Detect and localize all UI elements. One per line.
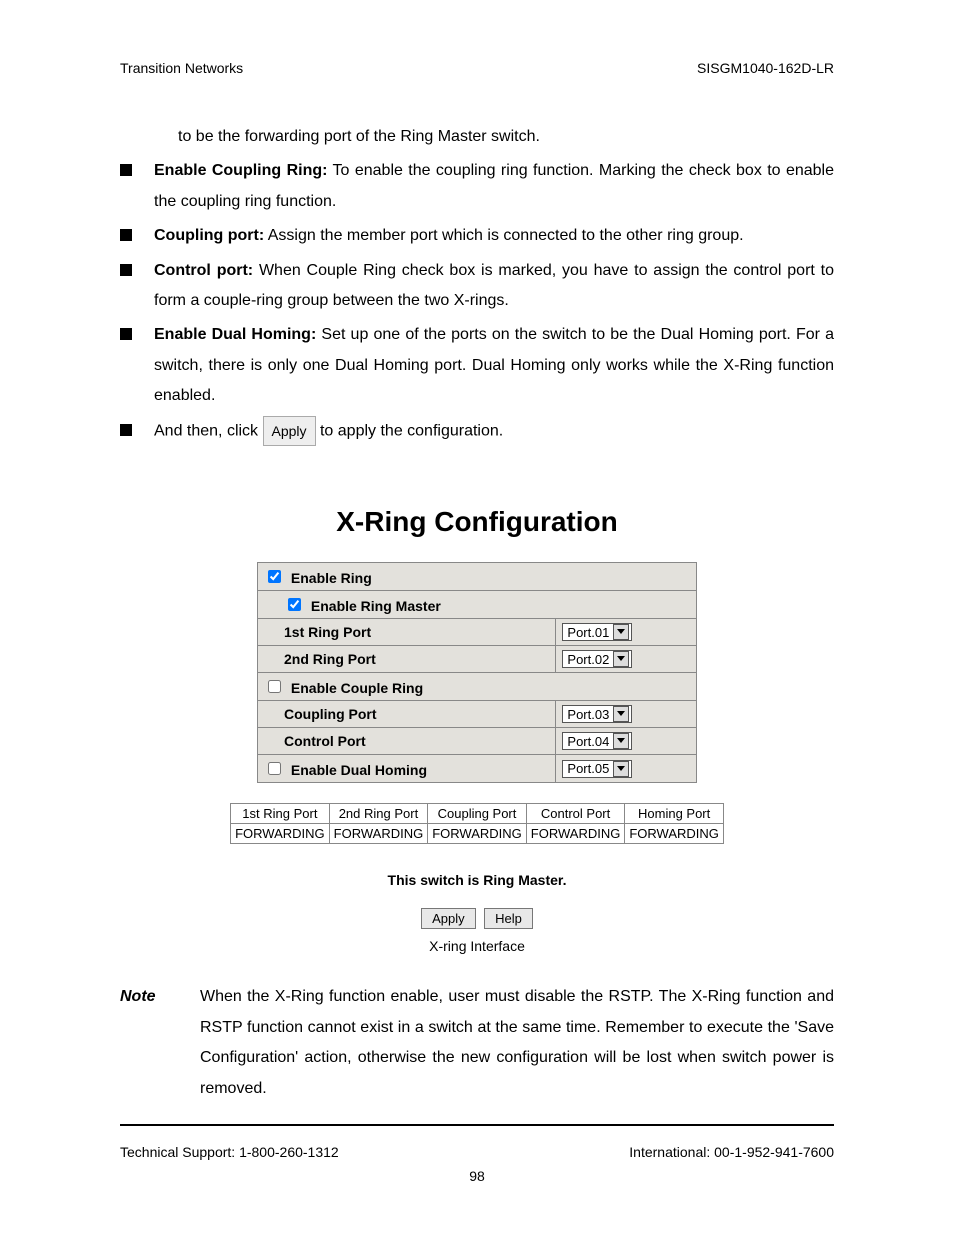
enable-ring-checkbox[interactable] — [268, 570, 281, 583]
apply-before: And then, click — [154, 422, 263, 439]
chevron-down-icon — [613, 761, 629, 777]
ring-master-note: This switch is Ring Master. — [120, 872, 834, 888]
chevron-down-icon — [613, 624, 629, 640]
status-header: 2nd Ring Port — [329, 804, 428, 824]
list-item: Coupling port: Assign the member port wh… — [120, 221, 834, 251]
status-value: FORWARDING — [526, 824, 625, 844]
list-item: Control port: When Couple Ring check box… — [120, 256, 834, 317]
status-value: FORWARDING — [329, 824, 428, 844]
enable-ring-master-row: Enable Ring Master — [258, 591, 697, 619]
dual-homing-port-value: Port.05 — [567, 761, 609, 776]
chevron-down-icon — [613, 706, 629, 722]
config-table: Enable Ring Enable Ring Master 1st Ring … — [257, 562, 697, 783]
apply-after: to apply the configuration. — [320, 422, 503, 439]
bullet-icon — [120, 424, 132, 436]
list-item: Enable Coupling Ring: To enable the coup… — [120, 156, 834, 217]
status-value: FORWARDING — [625, 824, 724, 844]
second-ring-port-select[interactable]: Port.02 — [562, 650, 632, 668]
note-label: Note — [120, 982, 200, 1104]
bullet-label: Enable Dual Homing: — [154, 326, 316, 343]
dual-homing-port-select[interactable]: Port.05 — [562, 760, 632, 778]
enable-couple-label: Enable Couple Ring — [291, 680, 423, 696]
page-header: Transition Networks SISGM1040-162D-LR — [120, 60, 834, 76]
second-ring-port-value: Port.02 — [567, 652, 609, 667]
header-left: Transition Networks — [120, 60, 243, 76]
bullet-icon — [120, 328, 132, 340]
figure: X-Ring Configuration Enable Ring Enable … — [120, 506, 834, 954]
figure-caption: X-ring Interface — [120, 938, 834, 954]
enable-couple-ring-row: Enable Couple Ring — [258, 673, 697, 701]
note-block: Note When the X-Ring function enable, us… — [120, 982, 834, 1104]
bullet-body: When Couple Ring check box is marked, yo… — [154, 262, 834, 309]
list-item: And then, click Apply to apply the confi… — [120, 416, 834, 447]
bullet-icon — [120, 264, 132, 276]
bullet-icon — [120, 229, 132, 241]
divider — [120, 1124, 834, 1126]
bullet-label: Enable Coupling Ring: — [154, 162, 327, 179]
status-header: 1st Ring Port — [231, 804, 330, 824]
bullet-label: Coupling port: — [154, 227, 264, 244]
status-header: Control Port — [526, 804, 625, 824]
page-footer: Technical Support: 1-800-260-1312 Intern… — [120, 1144, 834, 1160]
chevron-down-icon — [613, 733, 629, 749]
enable-ring-master-checkbox[interactable] — [288, 598, 301, 611]
help-button[interactable]: Help — [484, 908, 533, 929]
button-row: Apply Help — [120, 910, 834, 928]
status-value: FORWARDING — [428, 824, 527, 844]
status-value: FORWARDING — [231, 824, 330, 844]
enable-dual-homing-checkbox[interactable] — [268, 762, 281, 775]
footer-right: International: 00-1-952-941-7600 — [629, 1144, 834, 1160]
apply-button-inline: Apply — [263, 416, 316, 447]
bullet-label: Control port: — [154, 262, 253, 279]
bullet-body: Assign the member port which is connecte… — [264, 227, 743, 244]
apply-button[interactable]: Apply — [421, 908, 476, 929]
bullet-list: to be the forwarding port of the Ring Ma… — [120, 122, 834, 446]
chevron-down-icon — [613, 651, 629, 667]
enable-ring-label: Enable Ring — [291, 570, 372, 586]
bullet-icon — [120, 164, 132, 176]
first-ring-port-value: Port.01 — [567, 625, 609, 640]
figure-title: X-Ring Configuration — [120, 506, 834, 538]
page-number: 98 — [120, 1168, 834, 1184]
control-port-select[interactable]: Port.04 — [562, 732, 632, 750]
footer-left: Technical Support: 1-800-260-1312 — [120, 1144, 339, 1160]
control-port-value: Port.04 — [567, 734, 609, 749]
first-ring-port-label: 1st Ring Port — [284, 624, 371, 640]
header-right: SISGM1040-162D-LR — [697, 60, 834, 76]
second-ring-port-label: 2nd Ring Port — [284, 651, 376, 667]
coupling-port-label: Coupling Port — [284, 706, 377, 722]
status-table: 1st Ring Port 2nd Ring Port Coupling Por… — [230, 803, 724, 844]
status-header: Coupling Port — [428, 804, 527, 824]
continuation-line: to be the forwarding port of the Ring Ma… — [120, 122, 834, 152]
enable-couple-checkbox[interactable] — [268, 680, 281, 693]
enable-ring-master-label: Enable Ring Master — [311, 598, 441, 614]
first-ring-port-select[interactable]: Port.01 — [562, 623, 632, 641]
status-header: Homing Port — [625, 804, 724, 824]
coupling-port-select[interactable]: Port.03 — [562, 705, 632, 723]
list-item: Enable Dual Homing: Set up one of the po… — [120, 320, 834, 411]
enable-ring-row: Enable Ring — [258, 563, 697, 591]
enable-dual-homing-row: Enable Dual Homing — [258, 755, 556, 783]
coupling-port-value: Port.03 — [567, 707, 609, 722]
control-port-label: Control Port — [284, 733, 366, 749]
note-body: When the X-Ring function enable, user mu… — [200, 982, 834, 1104]
enable-dual-homing-label: Enable Dual Homing — [291, 762, 427, 778]
